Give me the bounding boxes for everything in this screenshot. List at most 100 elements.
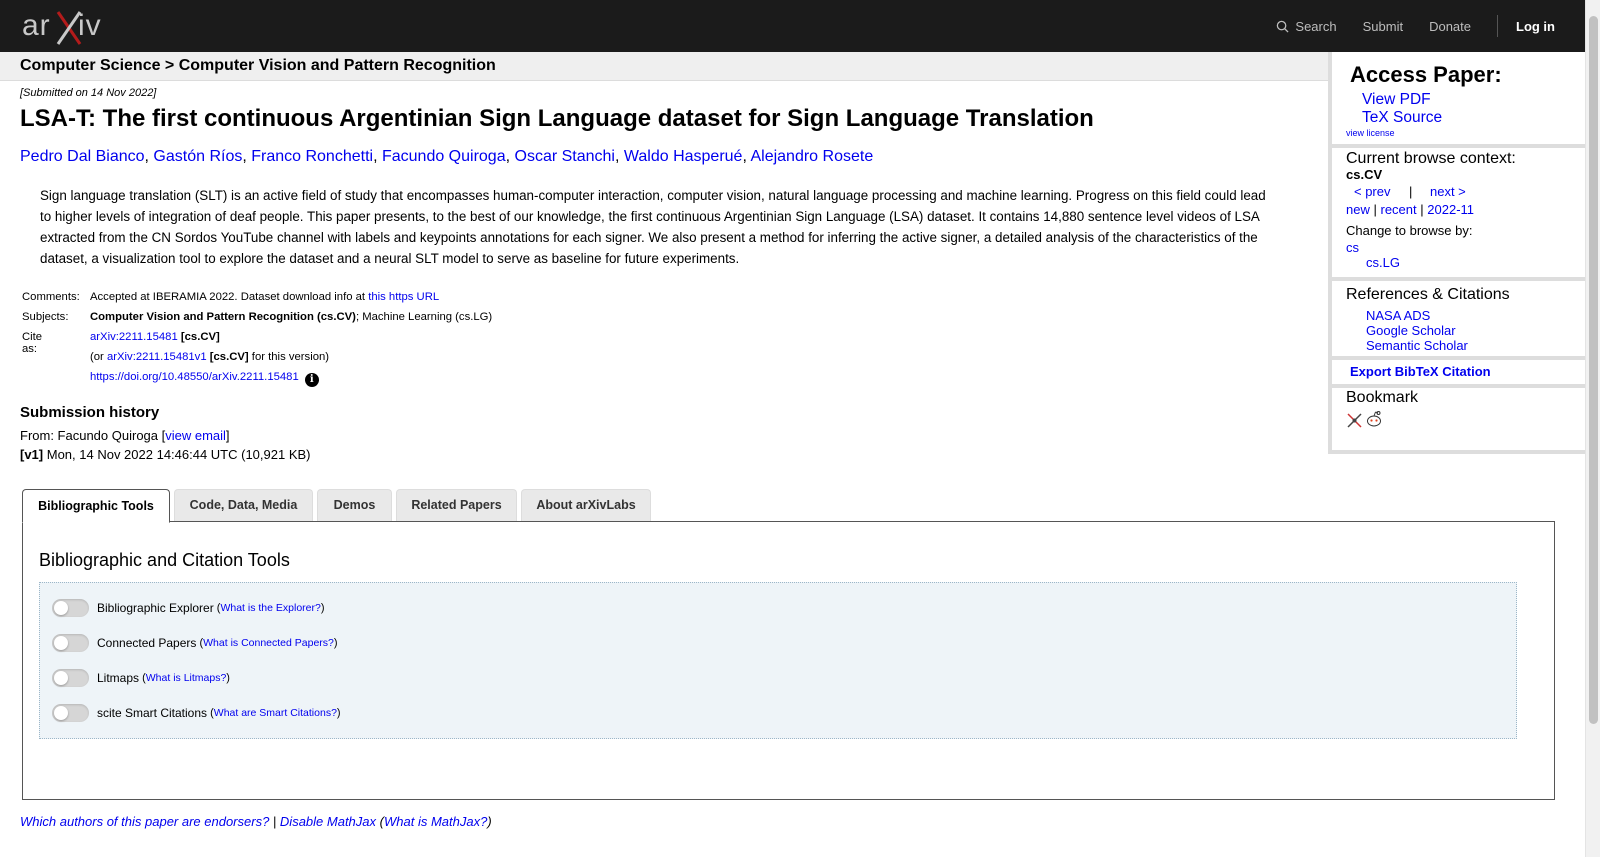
- sidebar: Access Paper: View PDF TeX Source view l…: [1328, 52, 1585, 454]
- recent-link[interactable]: recent: [1381, 202, 1417, 217]
- top-navbar: ar iv Search Submit Donate Log in: [0, 0, 1585, 52]
- cite-version-suffix: for this version): [248, 351, 330, 363]
- endorsers-link[interactable]: Which authors of this paper are endorser…: [20, 814, 269, 829]
- tool-row-bibliographic-explorer: Bibliographic Explorer (What is the Expl…: [52, 598, 325, 618]
- litmaps-toggle[interactable]: [52, 669, 89, 687]
- breadcrumb: Computer Science > Computer Vision and P…: [20, 57, 496, 74]
- version-details: Mon, 14 Nov 2022 14:46:44 UTC (10,921 KB…: [43, 447, 311, 462]
- search-link[interactable]: Search: [1276, 19, 1337, 34]
- page-scrollbar[interactable]: [1585, 0, 1600, 857]
- dataset-url-link[interactable]: this https URL: [368, 291, 439, 303]
- tool-help: (What is Connected Papers?): [196, 637, 338, 649]
- cite-version-category: [cs.CV]: [209, 351, 249, 363]
- author-list: Pedro Dal Bianco, Gastón Ríos, Franco Ro…: [20, 148, 874, 165]
- bibliographic-explorer-toggle[interactable]: [52, 599, 89, 617]
- abstract-line: to higher levels of integration of deaf …: [40, 209, 1260, 224]
- comments-label: Comments:: [22, 291, 80, 303]
- tab-related-papers[interactable]: Related Papers: [396, 489, 517, 521]
- tool-help-link[interactable]: What is Litmaps?: [146, 672, 227, 684]
- month-link[interactable]: 2022-11: [1427, 202, 1474, 217]
- access-paper-section: Access Paper: View PDF TeX Source view l…: [1332, 52, 1585, 148]
- bibsonomy-icon[interactable]: [1346, 412, 1363, 429]
- author-link[interactable]: Facundo Quiroga: [382, 148, 506, 165]
- abstract-line: Sign language translation (SLT) is an ac…: [40, 188, 1266, 203]
- paper-title: LSA-T: The first continuous Argentinian …: [20, 105, 1094, 132]
- author-link[interactable]: Waldo Hasperué: [624, 148, 743, 165]
- tool-help-link[interactable]: What is the Explorer?: [220, 602, 320, 614]
- tool-help-link[interactable]: What are Smart Citations?: [214, 707, 337, 719]
- export-bibtex-link[interactable]: Export BibTeX Citation: [1350, 364, 1491, 379]
- info-icon[interactable]: i: [304, 373, 319, 387]
- search-icon: [1277, 20, 1289, 33]
- tool-help: (What is the Explorer?): [213, 602, 325, 614]
- author-link[interactable]: Oscar Stanchi: [515, 148, 615, 165]
- primary-subject: Computer Vision and Pattern Recognition …: [90, 311, 356, 323]
- semantic-scholar-link[interactable]: Semantic Scholar: [1366, 338, 1468, 353]
- tool-help: (What is Litmaps?): [139, 672, 230, 684]
- bookmark-heading: Bookmark: [1346, 389, 1419, 406]
- references-section: References & Citations NASA ADS Google S…: [1332, 281, 1585, 360]
- new-link[interactable]: new: [1346, 202, 1370, 217]
- tool-help-link[interactable]: What is Connected Papers?: [203, 637, 334, 649]
- doi-link[interactable]: https://doi.org/10.48550/arXiv.2211.1548…: [90, 371, 299, 383]
- tool-help: (What are Smart Citations?): [207, 707, 341, 719]
- cite-id-link[interactable]: arXiv:2211.15481: [90, 331, 178, 343]
- login-link[interactable]: Log in: [1516, 19, 1555, 34]
- browse-list-links: new | recent | 2022-11: [1346, 202, 1474, 217]
- what-is-mathjax-link[interactable]: What is MathJax?: [384, 814, 487, 829]
- tab-panel: Bibliographic and Citation Tools Bibliog…: [22, 521, 1555, 800]
- panel-title: Bibliographic and Citation Tools: [39, 550, 290, 570]
- tab-about-arxivlabs[interactable]: About arXivLabs: [521, 489, 651, 521]
- arxiv-logo[interactable]: ar iv: [22, 6, 114, 46]
- subjects-label: Subjects:: [22, 311, 69, 323]
- browse-cslg-link[interactable]: cs.LG: [1366, 255, 1400, 270]
- disable-mathjax-link[interactable]: Disable MathJax: [280, 814, 376, 829]
- change-browse-label: Change to browse by:: [1346, 223, 1473, 238]
- author-link[interactable]: Gastón Ríos: [153, 148, 242, 165]
- version-entry: [v1] Mon, 14 Nov 2022 14:46:44 UTC (10,9…: [20, 447, 311, 462]
- prev-next-separator: |: [1409, 184, 1413, 199]
- submit-link[interactable]: Submit: [1363, 19, 1403, 34]
- paren-close: ): [487, 814, 492, 829]
- abstract: Sign language translation (SLT) is an ac…: [40, 185, 1305, 269]
- tool-row-litmaps: Litmaps (What is Litmaps?): [52, 668, 230, 688]
- browse-context-heading: Current browse context:: [1346, 150, 1516, 167]
- author-link[interactable]: Alejandro Rosete: [750, 148, 873, 165]
- tab-demos[interactable]: Demos: [317, 489, 392, 521]
- abstract-line: dataset, a visualization tool to explore…: [40, 251, 740, 266]
- tool-label: scite Smart Citations: [97, 706, 208, 720]
- browse-cs-link[interactable]: cs: [1346, 240, 1359, 255]
- next-link[interactable]: next >: [1430, 184, 1466, 199]
- cite-label: Cite as:: [22, 331, 43, 355]
- version-tag: [v1]: [20, 447, 44, 462]
- tool-label: Connected Papers: [97, 636, 197, 650]
- submission-history-heading: Submission history: [20, 404, 160, 421]
- google-scholar-link[interactable]: Google Scholar: [1366, 323, 1456, 338]
- view-pdf-link[interactable]: View PDF: [1362, 91, 1431, 109]
- submission-date: [Submitted on 14 Nov 2022]: [20, 87, 157, 99]
- browse-context-section: Current browse context: cs.CV < prev | n…: [1332, 148, 1585, 281]
- donate-link[interactable]: Donate: [1429, 19, 1471, 34]
- tex-source-link[interactable]: TeX Source: [1362, 109, 1442, 127]
- tab-bibliographic-tools[interactable]: Bibliographic Tools: [22, 489, 170, 523]
- view-email-link[interactable]: view email: [165, 428, 226, 443]
- cite-version-prefix: (or: [90, 351, 107, 363]
- comments-text: Accepted at IBERAMIA 2022. Dataset downl…: [90, 291, 369, 303]
- author-link[interactable]: Franco Ronchetti: [251, 148, 373, 165]
- nasa-ads-link[interactable]: NASA ADS: [1366, 308, 1430, 323]
- bookmark-section: Bookmark: [1332, 388, 1585, 454]
- reddit-icon[interactable]: [1365, 410, 1383, 428]
- prev-link[interactable]: < prev: [1354, 184, 1391, 199]
- view-license-link[interactable]: view license: [1346, 128, 1395, 138]
- cite-category: [cs.CV]: [180, 331, 220, 343]
- author-link[interactable]: Pedro Dal Bianco: [20, 148, 145, 165]
- references-heading: References & Citations: [1346, 286, 1510, 303]
- from-text: From: Facundo Quiroga [: [20, 428, 166, 443]
- scrollbar-thumb[interactable]: [1589, 16, 1598, 724]
- tab-code-data-media[interactable]: Code, Data, Media: [174, 489, 313, 521]
- scite-toggle[interactable]: [52, 704, 89, 722]
- cite-version-link[interactable]: arXiv:2211.15481v1: [107, 351, 207, 363]
- connected-papers-toggle[interactable]: [52, 634, 89, 652]
- footer-separator: |: [269, 814, 280, 829]
- abstract-line: extracted from the CN Sordos YouTube cha…: [40, 230, 1258, 245]
